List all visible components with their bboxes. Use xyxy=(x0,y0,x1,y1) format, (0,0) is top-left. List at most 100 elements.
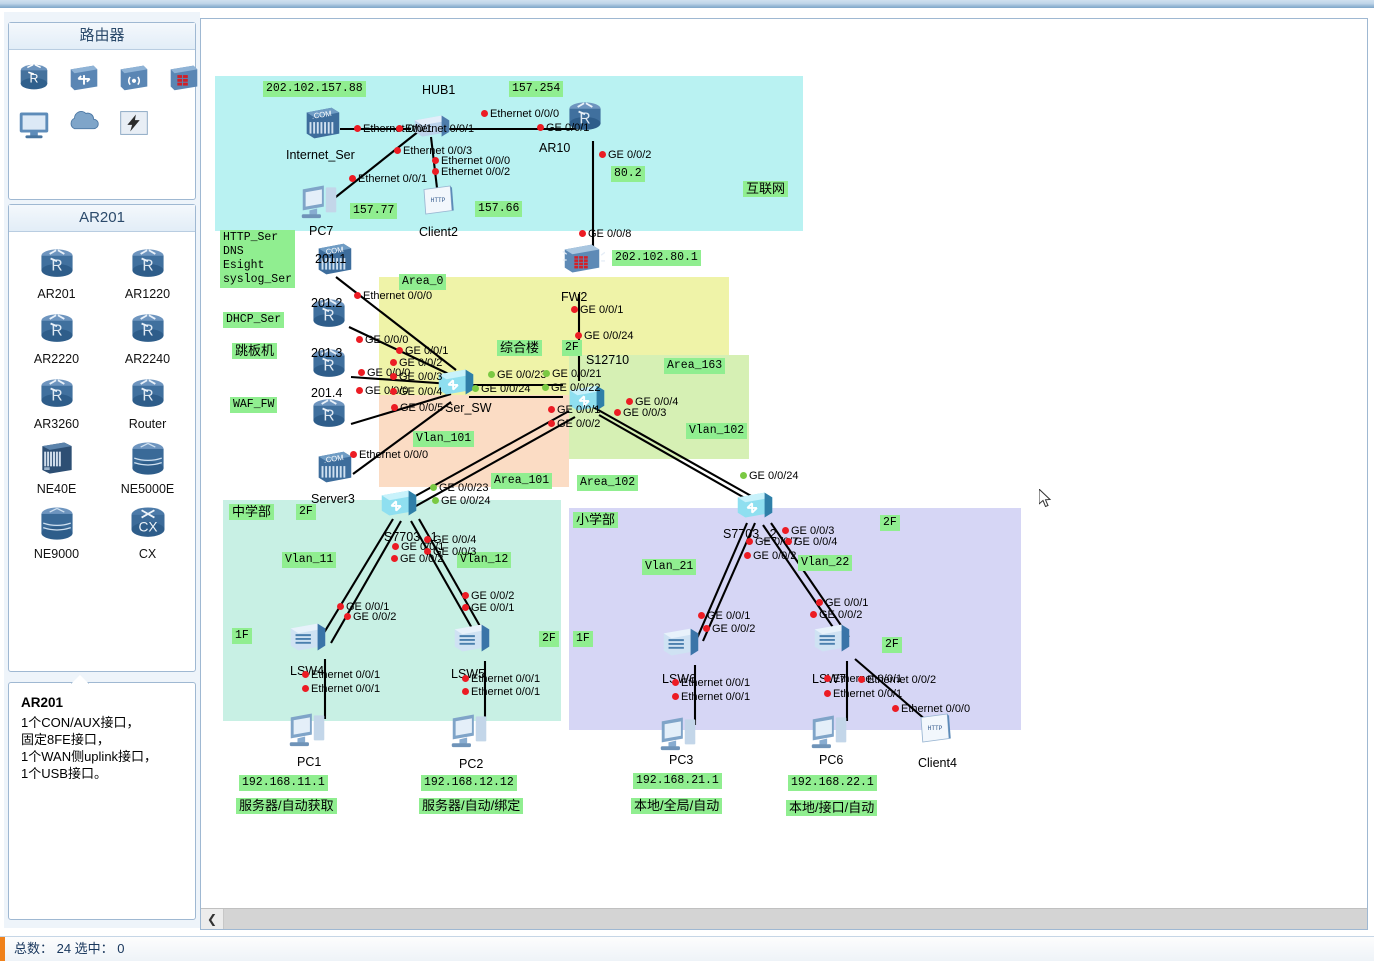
device-lsw4[interactable] xyxy=(285,615,331,666)
annotation-label[interactable]: 1F xyxy=(573,631,593,647)
palette-device-router[interactable]: R Router xyxy=(102,372,193,431)
annotation-label[interactable]: HTTP_Ser DNS Esight syslog_Ser xyxy=(220,230,296,288)
interface-label: Ethernet 0/0/1 xyxy=(471,673,541,685)
interface-label: Ethernet 0/0/0 xyxy=(490,108,560,120)
annotation-label[interactable]: 2F xyxy=(539,631,559,647)
annotation-label[interactable]: 157.77 xyxy=(350,203,398,219)
annotation-label[interactable]: 互联网 xyxy=(743,181,789,197)
palette-device-ar201[interactable]: R AR201 xyxy=(11,242,102,301)
device-lsw6[interactable] xyxy=(658,620,704,671)
device-pc7[interactable] xyxy=(297,174,343,225)
annotation-label[interactable]: 192.168.12.12 xyxy=(421,775,517,791)
device-s7703-1[interactable] xyxy=(376,482,422,533)
link-endpoint-dot xyxy=(481,110,488,117)
annotation-label[interactable]: 80.2 xyxy=(611,166,645,182)
device-fw2[interactable] xyxy=(559,237,606,288)
palette-device-ne40e[interactable]: NE40E xyxy=(11,437,102,496)
topology-canvas-container[interactable]: .COM Internet_Ser HUB1 R AR10 PC7 HTTP Client2.… xyxy=(200,18,1368,930)
interface-label: GE 0/0/2 xyxy=(557,418,601,430)
interface-label: GE 0/0/1 xyxy=(557,404,601,416)
firewall-icon[interactable] xyxy=(165,58,203,96)
cloud-icon[interactable] xyxy=(65,104,103,142)
interface-label: GE 0/0/4 xyxy=(399,386,443,398)
annotation-label[interactable]: 本地/接口/自动 xyxy=(786,800,878,816)
link-endpoint-dot xyxy=(349,175,356,182)
palette-device-label: NE5000E xyxy=(120,482,175,496)
palette-device-ar1220[interactable]: R AR1220 xyxy=(102,242,193,301)
palette-device-cx[interactable]: CX CX xyxy=(102,502,193,561)
interface-label: GE 0/0/21 xyxy=(552,368,602,380)
device-pc3[interactable] xyxy=(656,706,702,757)
annotation-label[interactable]: 跳板机 xyxy=(232,343,278,359)
device-pc2[interactable] xyxy=(447,703,493,754)
annotation-label[interactable]: Vlan_21 xyxy=(642,559,697,575)
annotation-label[interactable]: WAF_FW xyxy=(230,397,278,413)
link-endpoint-dot xyxy=(344,613,351,620)
palette-device-ne5000e[interactable]: NE5000E xyxy=(102,437,193,496)
annotation-label[interactable]: 本地/全局/自动 xyxy=(631,798,723,814)
annotation-label[interactable]: 中学部 xyxy=(229,504,275,520)
device-client2[interactable]: HTTP xyxy=(417,179,459,226)
annotation-label[interactable]: 综合楼 xyxy=(497,340,543,356)
status-accent-bar xyxy=(0,937,5,961)
annotation-label[interactable]: 192.168.21.1 xyxy=(633,773,722,789)
info-panel-description: 1个CON/AUX接口， 固定8FE接口， 1个WAN侧uplink接口， 1个USB… xyxy=(9,714,195,782)
link-endpoint-dot xyxy=(354,292,361,299)
lightning-icon[interactable] xyxy=(115,104,153,142)
annotation-label[interactable]: 157.66 xyxy=(475,201,523,217)
pc-monitor-icon[interactable] xyxy=(15,104,53,142)
annotation-label[interactable]: Vlan_102 xyxy=(686,423,748,439)
annotation-label[interactable]: Area_163 xyxy=(664,358,726,374)
topology-canvas[interactable]: .COM Internet_Ser HUB1 R AR10 PC7 HTTP Client2.… xyxy=(201,19,1367,907)
router-icon: R xyxy=(126,242,170,286)
palette-device-label: AR201 xyxy=(37,287,76,301)
switch-3d-icon[interactable] xyxy=(65,58,103,96)
link-endpoint-dot xyxy=(472,385,479,392)
annotation-label[interactable]: 服务器/自动/绑定 xyxy=(419,798,524,814)
chevron-left-icon[interactable]: ❮ xyxy=(201,909,224,929)
annotation-label[interactable]: Vlan_101 xyxy=(413,431,475,447)
annotation-label[interactable]: 202.102.80.1 xyxy=(612,250,701,266)
annotation-label[interactable]: 157.254 xyxy=(509,81,564,97)
annotation-label[interactable]: 202.102.157.88 xyxy=(263,81,366,97)
annotation-label[interactable]: Vlan_11 xyxy=(282,552,337,568)
canvas-horizontal-scrollbar[interactable]: ❮ xyxy=(201,908,1367,929)
device-lsw7[interactable] xyxy=(809,616,855,667)
device-name-label: AR10 xyxy=(539,141,571,155)
palette-device-ar2240[interactable]: R AR2240 xyxy=(102,307,193,366)
palette-device-ar2220[interactable]: R AR2220 xyxy=(11,307,102,366)
link-endpoint-dot xyxy=(782,527,789,534)
annotation-label[interactable]: 1F xyxy=(232,628,252,644)
link-endpoint-dot xyxy=(394,147,401,154)
core-router-icon xyxy=(35,502,79,546)
annotation-label[interactable]: 2F xyxy=(296,504,316,520)
annotation-label[interactable]: Area_102 xyxy=(577,475,639,491)
annotation-label[interactable]: 2F xyxy=(882,637,902,653)
router-icon[interactable]: R xyxy=(15,58,53,96)
device-lsw5[interactable] xyxy=(449,616,495,667)
annotation-label[interactable]: 2F xyxy=(880,515,900,531)
palette-device-ne9000[interactable]: NE9000 xyxy=(11,502,102,561)
annotation-label[interactable]: DHCP_Ser xyxy=(223,312,285,328)
annotation-label[interactable]: 192.168.22.1 xyxy=(788,775,877,791)
annotation-label[interactable]: 小学部 xyxy=(573,512,619,528)
device-name-label: Server3 xyxy=(311,492,355,506)
annotation-label[interactable]: 2F xyxy=(562,340,582,356)
device-internet-ser[interactable]: .COM xyxy=(299,101,345,152)
device-pc1[interactable] xyxy=(285,702,331,753)
cx-router-icon: CX xyxy=(126,502,170,546)
annotation-label[interactable]: 192.168.11.1 xyxy=(239,775,328,791)
annotation-label[interactable]: Area_0 xyxy=(399,274,447,290)
palette-device-label: NE9000 xyxy=(33,547,80,561)
annotation-label[interactable]: 服务器/自动获取 xyxy=(236,798,337,814)
annotation-label[interactable]: Area_101 xyxy=(491,473,553,489)
link-endpoint-dot xyxy=(462,592,469,599)
link-endpoint-dot xyxy=(462,675,469,682)
device-ar10[interactable]: R xyxy=(563,95,607,144)
device-pc6[interactable] xyxy=(807,704,853,755)
annotation-label[interactable]: Vlan_22 xyxy=(798,555,853,571)
interface-label: Ethernet 0/0/1 xyxy=(833,688,903,700)
link-endpoint-dot xyxy=(432,157,439,164)
wireless-ap-icon[interactable] xyxy=(115,58,153,96)
palette-device-ar3260[interactable]: R AR3260 xyxy=(11,372,102,431)
